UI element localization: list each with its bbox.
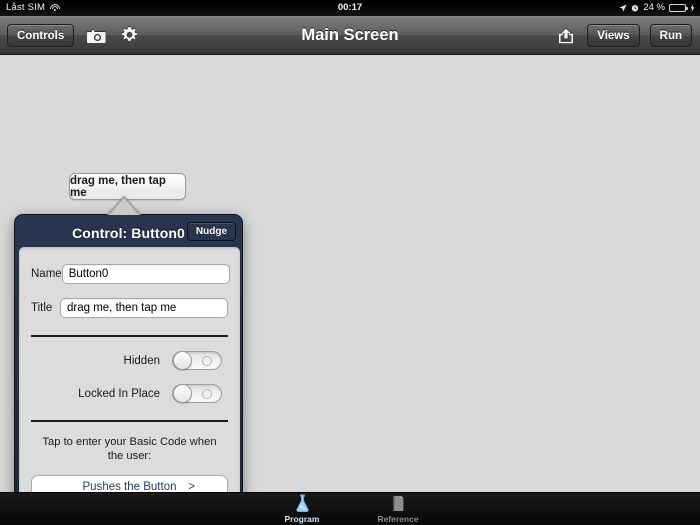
status-bar-right: 24 % — [619, 0, 695, 16]
toolbar-right-group: Views Run — [555, 16, 692, 55]
toolbar-left-group: Controls — [7, 16, 140, 55]
tab-program[interactable]: Program — [271, 494, 333, 524]
locked-in-place-toggle[interactable] — [172, 384, 222, 403]
popover-header: Control: Button0 Nudge — [19, 219, 238, 247]
toggle-knob — [173, 351, 192, 370]
name-input[interactable] — [61, 264, 230, 284]
alarm-clock-icon — [631, 4, 639, 12]
name-field-label: Name — [31, 268, 62, 280]
lightning-bolt-icon — [690, 4, 695, 12]
tab-program-label: Program — [284, 514, 320, 524]
battery-percent-label: 24 % — [643, 2, 665, 13]
status-bar-time: 00:17 — [337, 2, 363, 13]
locked-in-place-switch-row: Locked In Place — [19, 384, 240, 403]
camera-icon[interactable] — [85, 25, 107, 47]
divider-bottom — [31, 420, 228, 422]
popover-body: Name Title Hidden Locked In Place — [19, 247, 240, 525]
design-canvas[interactable]: drag me, then tap me Control: Button0 Nu… — [0, 56, 700, 525]
run-button[interactable]: Run — [649, 24, 692, 47]
share-icon[interactable] — [555, 25, 577, 47]
views-button[interactable]: Views — [587, 24, 640, 47]
title-input[interactable] — [60, 298, 228, 318]
toggle-off-ring-icon — [202, 356, 212, 366]
top-toolbar: Main Screen Controls Views Run — [0, 16, 700, 55]
control-properties-popover: Control: Button0 Nudge Name Title Hidden — [14, 214, 243, 525]
hidden-toggle[interactable] — [172, 351, 222, 370]
nudge-button[interactable]: Nudge — [186, 222, 236, 241]
tab-reference-label: Reference — [377, 514, 419, 524]
tab-reference[interactable]: Reference — [367, 494, 429, 524]
hidden-switch-label: Hidden — [123, 354, 160, 367]
hidden-switch-row: Hidden — [19, 351, 240, 370]
popover-arrow — [107, 196, 141, 215]
locked-in-place-switch-label: Locked In Place — [78, 387, 160, 400]
title-field-row: Title — [19, 298, 240, 318]
battery-icon — [669, 4, 688, 12]
divider-top — [31, 335, 228, 337]
name-field-row: Name — [19, 264, 240, 284]
book-icon — [390, 494, 407, 513]
location-arrow-icon — [619, 4, 627, 12]
popover-title: Control: Button0 — [72, 225, 185, 241]
bottom-tab-bar: Program Reference — [0, 492, 700, 525]
title-field-label: Title — [31, 302, 53, 314]
controls-button[interactable]: Controls — [7, 24, 75, 47]
basic-code-hint: Tap to enter your Basic Code when the us… — [42, 436, 217, 462]
flask-icon — [294, 494, 311, 513]
toggle-off-ring-icon — [202, 389, 212, 399]
gear-icon[interactable] — [118, 25, 140, 47]
toggle-knob — [173, 384, 192, 403]
status-bar: Låst SIM 00:17 24 % — [0, 0, 700, 16]
